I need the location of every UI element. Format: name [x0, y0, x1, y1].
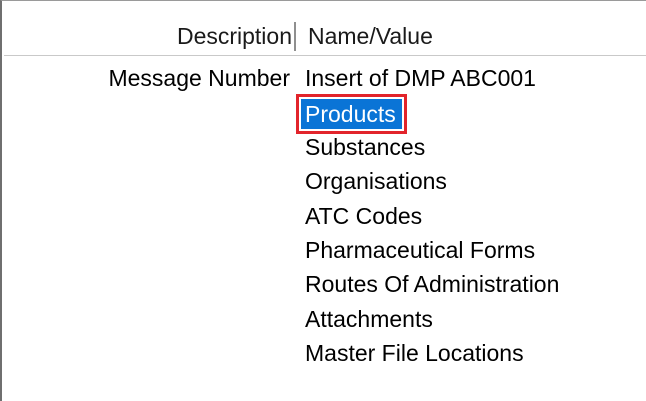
list-item-pharmaceutical-forms[interactable]: Pharmaceutical Forms [299, 235, 639, 269]
list-item-substances[interactable]: Substances [299, 132, 639, 166]
message-number-label: Message Number [108, 65, 290, 91]
list-item-products[interactable]: Products [296, 94, 639, 135]
list-item-master-file-locations[interactable]: Master File Locations [299, 338, 639, 372]
list-item-attachments[interactable]: Attachments [299, 304, 639, 338]
list-item-label: Attachments [305, 305, 433, 332]
list-item-label: Products [301, 99, 402, 130]
property-grid: Description Name/Value Message Number In… [0, 0, 646, 401]
list-item-label: Organisations [305, 168, 447, 195]
list-item-organisations[interactable]: Organisations [299, 166, 639, 200]
description-column-header[interactable]: Description [14, 17, 292, 55]
list-item-label: Insert of DMP ABC001 [305, 65, 536, 91]
list-item-atc-codes[interactable]: ATC Codes [299, 201, 639, 235]
name-value-column-header[interactable]: Name/Value [308, 17, 433, 55]
name-value-list: Insert of DMP ABC001 Products Substances… [296, 63, 639, 373]
list-item-routes-of-administration[interactable]: Routes Of Administration [299, 269, 639, 303]
list-item-insert-of-dmp[interactable]: Insert of DMP ABC001 [299, 63, 639, 97]
column-header-row: Description Name/Value [4, 17, 646, 56]
list-item-label: Substances [305, 133, 426, 160]
list-item-label: Pharmaceutical Forms [305, 236, 536, 263]
column-resize-divider[interactable] [294, 22, 297, 51]
highlight-outline: Products [296, 94, 407, 135]
list-item-label: Routes Of Administration [305, 271, 560, 298]
list-item-label: ATC Codes [305, 202, 423, 229]
list-item-label: Master File Locations [305, 340, 524, 367]
